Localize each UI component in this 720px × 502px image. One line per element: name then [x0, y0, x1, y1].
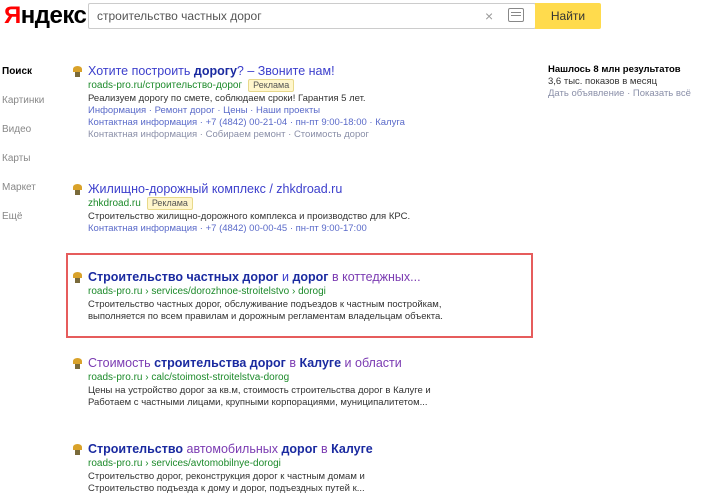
- highlight-frame: [66, 253, 533, 338]
- result-title-link[interactable]: Жилищно-дорожный комплекс / zhkdroad.ru: [72, 182, 542, 197]
- title-part: в: [317, 442, 332, 456]
- result-url[interactable]: roads-pro.ru › calc/stoimost-stroitelstv…: [72, 371, 542, 385]
- result-snippet: Строительство дорог, реконструкция дорог…: [88, 471, 365, 482]
- logo-first-letter: Я: [4, 2, 21, 29]
- contact-links[interactable]: Контактная информация · +7 (4842) 00-21-…: [72, 117, 542, 129]
- impressions-text: 3,6 тыс. показов в месяц: [548, 76, 658, 87]
- result-snippet: Цены на устройство дорог за кв.м, стоимо…: [88, 385, 431, 396]
- favicon-icon: [72, 444, 83, 455]
- nav-item-maps[interactable]: Карты: [0, 153, 60, 182]
- result-title-link[interactable]: Хотите построить дорогу? – Звоните нам!: [72, 64, 542, 79]
- nav-item-images[interactable]: Картинки: [0, 95, 60, 124]
- title-bold: Калуге: [331, 442, 373, 456]
- title-part: ? – Звоните нам!: [236, 64, 335, 78]
- title-part: Хотите построить: [88, 64, 194, 78]
- title-bold: Калуге: [299, 356, 342, 370]
- result-snippet: Строительство подъезда к дому и дорог, п…: [88, 483, 365, 494]
- vertical-nav: Поиск Картинки Видео Карты Маркет Ещё: [0, 66, 60, 240]
- sitelinks[interactable]: Информация · Ремонт дорог · Цены · Наши …: [72, 105, 542, 117]
- title-part: zhkdroad.ru: [276, 182, 343, 196]
- result-title-link[interactable]: Строительство автомобильных дорог в Калу…: [72, 442, 542, 457]
- find-button[interactable]: Найти: [535, 3, 601, 29]
- title-part: в: [285, 356, 300, 370]
- favicon-icon: [72, 66, 83, 77]
- nav-item-market[interactable]: Маркет: [0, 182, 60, 211]
- favicon-icon: [72, 358, 83, 369]
- result-snippet: Реализуем дорогу по смете, соблюдаем сро…: [88, 93, 366, 104]
- search-bar[interactable]: строительство частных дорог ×: [88, 3, 536, 29]
- search-input[interactable]: строительство частных дорог: [97, 9, 262, 23]
- extra-links[interactable]: Контактная информация · Собираем ремонт …: [72, 129, 542, 141]
- nav-item-video[interactable]: Видео: [0, 124, 60, 153]
- keyboard-icon[interactable]: [508, 8, 524, 22]
- result-title-link[interactable]: Стоимость строительства дорог в Калуге и…: [72, 356, 542, 371]
- title-bold: Строительство: [88, 442, 184, 456]
- title-part: Стоимость: [88, 356, 155, 370]
- result-url[interactable]: roads-pro.ru/строительство-дорог Реклама: [72, 79, 542, 93]
- close-icon[interactable]: ×: [485, 8, 493, 24]
- title-bold: дорогу: [193, 64, 237, 78]
- result-url[interactable]: zhkdroad.ru Реклама: [72, 197, 542, 211]
- title-bold: строительства дорог: [154, 356, 286, 370]
- ad-badge: Реклама: [146, 197, 193, 210]
- favicon-icon: [72, 184, 83, 195]
- url-text: roads-pro.ru/строительство-дорог: [88, 80, 243, 91]
- nav-item-more[interactable]: Ещё: [0, 211, 60, 240]
- title-part: Жилищно-дорожный комплекс /: [88, 182, 277, 196]
- result-snippet: Работаем с частными лицами, крупными кор…: [88, 397, 428, 408]
- result-item: Строительство автомобильных дорог в Калу…: [72, 442, 542, 502]
- ad-badge: Реклама: [248, 79, 295, 92]
- ad-links[interactable]: Дать объявление · Показать всё: [548, 88, 718, 100]
- title-part: и области: [341, 356, 402, 370]
- result-item: Хотите построить дорогу? – Звоните нам! …: [72, 64, 542, 182]
- right-panel: Нашлось 8 млн результатов 3,6 тыс. показ…: [548, 64, 718, 100]
- title-bold: дорог: [281, 442, 318, 456]
- nav-item-search[interactable]: Поиск: [0, 66, 60, 95]
- results-count: Нашлось 8 млн результатов: [548, 64, 681, 75]
- result-item: Стоимость строительства дорог в Калуге и…: [72, 356, 542, 442]
- result-url[interactable]: roads-pro.ru › services/avtomobilnye-dor…: [72, 457, 542, 471]
- result-snippet: Строительство жилищно-дорожного комплекс…: [88, 211, 411, 222]
- url-text: zhkdroad.ru: [88, 198, 141, 209]
- contact-links[interactable]: Контактная информация · +7 (4842) 00-00-…: [72, 223, 542, 235]
- yandex-logo[interactable]: Яндекс: [4, 2, 87, 30]
- title-part: автомобильных: [183, 442, 282, 456]
- logo-rest: ндекс: [20, 2, 87, 29]
